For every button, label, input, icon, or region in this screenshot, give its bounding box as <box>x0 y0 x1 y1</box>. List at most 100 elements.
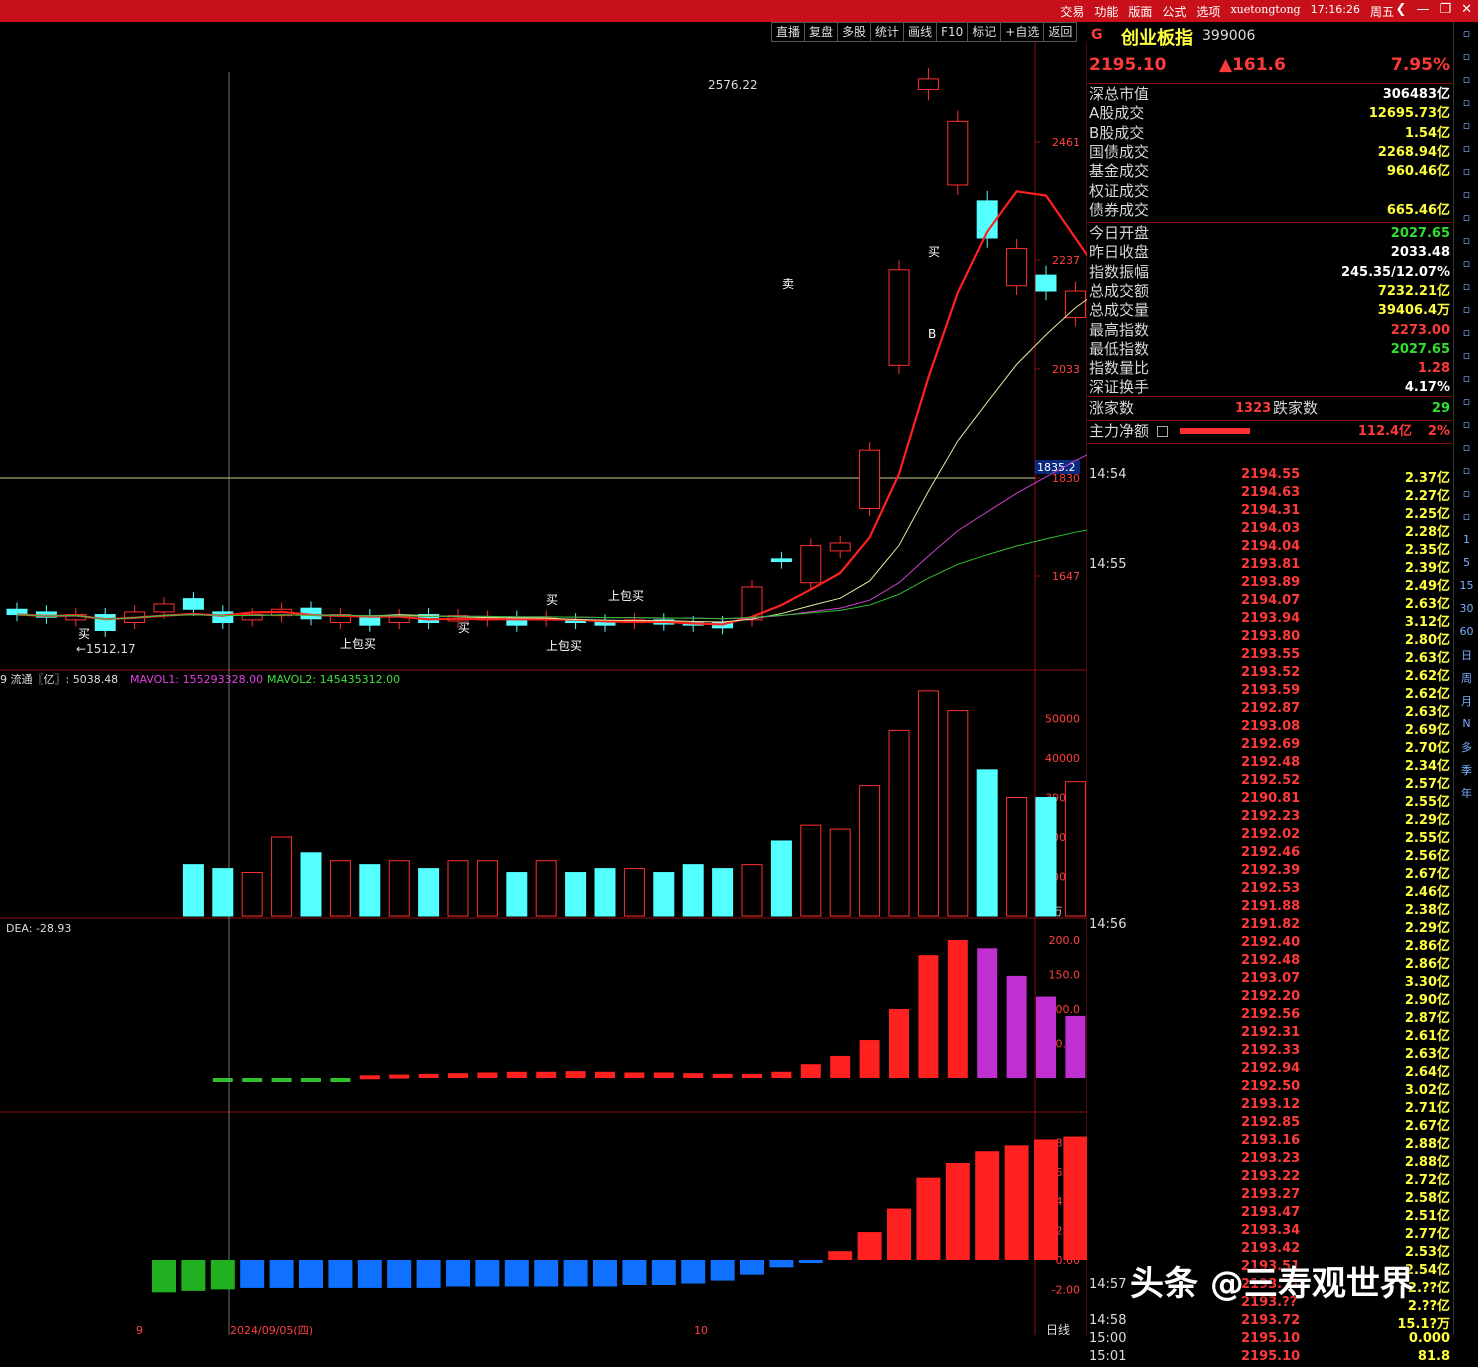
clock-icon[interactable]: ▫ <box>1454 321 1478 344</box>
ind-tick-label: -2.00 <box>1052 1283 1080 1296</box>
back-arrow-icon[interactable]: ❮ <box>1396 2 1407 17</box>
btn-return[interactable]: 返回 <box>1043 22 1078 42</box>
btn-replay[interactable]: 复盘 <box>804 22 839 42</box>
kline-chart-area[interactable]: 246122372033183016471835.22576.22←1512.1… <box>0 42 1087 1335</box>
tick-row: 2193.89 2.49亿 <box>1087 575 1452 594</box>
indicator-bar <box>416 1260 441 1288</box>
indicator-bar <box>563 1260 588 1287</box>
btn-draw[interactable]: 画线 <box>903 22 938 42</box>
arrow-left-icon[interactable]: ▫ <box>1454 22 1478 45</box>
stats2-label: 最低指数 <box>1089 339 1150 358</box>
candle-body <box>1006 248 1028 287</box>
wave-icon[interactable]: ▫ <box>1454 367 1478 390</box>
period-7-icon[interactable]: 月 <box>1454 689 1478 712</box>
period-8-icon[interactable]: N <box>1454 712 1478 735</box>
vol-legend-b: MAVOL1: 155293328.00 <box>130 673 263 686</box>
tick-row: 2194.04 2.35亿 <box>1087 539 1452 558</box>
tick-time: 14:54 <box>1089 467 1127 482</box>
signal-label: 上包买 <box>546 639 582 653</box>
tick-amount: 2.39亿 <box>1404 561 1450 576</box>
stats2-label: 最高指数 <box>1089 320 1150 339</box>
line-icon[interactable]: ▫ <box>1454 137 1478 160</box>
minimize-icon[interactable]: — <box>1416 2 1429 17</box>
indicator-bar <box>152 1260 176 1293</box>
macd-bar <box>859 1040 880 1078</box>
btn-stats[interactable]: 统计 <box>870 22 905 42</box>
volume-bar <box>300 852 322 917</box>
user-name: xuetongtong <box>1230 3 1301 16</box>
list-icon[interactable] <box>1157 426 1168 437</box>
period-4-icon[interactable]: 60 <box>1454 620 1478 643</box>
period-3-icon[interactable]: 30 <box>1454 597 1478 620</box>
indicator-bar <box>1004 1145 1029 1260</box>
volume-bar <box>623 868 645 917</box>
btn-live[interactable]: 直播 <box>771 22 806 42</box>
move-icon[interactable]: ▫ <box>1454 436 1478 459</box>
period-2-icon[interactable]: 15 <box>1454 574 1478 597</box>
period-1-icon[interactable]: 5 <box>1454 551 1478 574</box>
rsi-icon[interactable]: ▫ <box>1454 390 1478 413</box>
cursor-price-label: 1835.2 <box>1037 461 1076 474</box>
menu-options[interactable]: 选项 <box>1196 3 1220 20</box>
period-10-icon[interactable]: 季 <box>1454 758 1478 781</box>
dollar-icon[interactable]: ▫ <box>1454 413 1478 436</box>
indicator-bar <box>710 1260 735 1281</box>
volume-bar <box>682 864 704 917</box>
tick-amount: 2.27亿 <box>1404 489 1450 504</box>
tool-icon[interactable]: ▫ <box>1454 206 1478 229</box>
stats-row: 深总市值 306483亿 <box>1087 85 1452 104</box>
candle-icon[interactable]: ▫ <box>1454 160 1478 183</box>
menu-function[interactable]: 功能 <box>1094 3 1118 20</box>
grid-icon[interactable]: ▫ <box>1454 344 1478 367</box>
candle-body <box>770 558 792 563</box>
close-icon[interactable]: ✕ <box>1461 2 1472 17</box>
indicator-bar <box>857 1232 882 1260</box>
stats-value: 665.46亿 <box>1386 202 1450 218</box>
stats-row: 国债成交 2268.94亿 <box>1087 143 1452 162</box>
f5-icon[interactable]: ▫ <box>1454 482 1478 505</box>
menu-trade[interactable]: 交易 <box>1060 3 1084 20</box>
signal-label: 买 <box>458 621 470 635</box>
volume-bar <box>447 860 469 917</box>
tick-amount: 2.38亿 <box>1404 903 1450 918</box>
macd-tick-label: 150.0 <box>1049 969 1081 982</box>
signal-label: 上包买 <box>608 589 644 603</box>
tick-row: 2193.12 2.71亿 <box>1087 1097 1452 1116</box>
chart-icon[interactable]: ▫ <box>1454 91 1478 114</box>
tick-row: 14:55 2193.81 2.39亿 <box>1087 557 1452 576</box>
menu-formula[interactable]: 公式 <box>1162 3 1186 20</box>
period-0-icon[interactable]: 1 <box>1454 528 1478 551</box>
tick-row: 2192.94 2.64亿 <box>1087 1061 1452 1080</box>
period-5-icon[interactable]: 日 <box>1454 643 1478 666</box>
formula-icon[interactable]: ▫ <box>1454 298 1478 321</box>
tick-amount: 2.88亿 <box>1404 1137 1450 1152</box>
doc-icon[interactable]: ▫ <box>1454 252 1478 275</box>
btn-add-watch[interactable]: +自选 <box>1000 22 1045 42</box>
tab-icon[interactable]: ▫ <box>1454 275 1478 298</box>
menu-layout[interactable]: 版面 <box>1128 3 1152 20</box>
table-icon[interactable]: ▫ <box>1454 114 1478 137</box>
btn-mark[interactable]: 标记 <box>967 22 1002 42</box>
vol-tick-label: 40000 <box>1045 752 1080 765</box>
period-11-icon[interactable]: 年 <box>1454 781 1478 804</box>
volume-bar <box>976 769 998 917</box>
period-9-icon[interactable]: 多 <box>1454 735 1478 758</box>
btn-multi-stock[interactable]: 多股 <box>837 22 872 42</box>
indicator-bar <box>740 1260 764 1275</box>
refresh-icon[interactable]: ▫ <box>1454 505 1478 528</box>
restore-icon[interactable]: ❐ <box>1439 2 1451 17</box>
stats2-value: 7232.21亿 <box>1377 283 1450 299</box>
macd-bar <box>889 1009 909 1078</box>
tick-price: 2194.63 <box>1241 485 1301 500</box>
signal-label: 买 <box>78 627 90 641</box>
btn-f10[interactable]: F10 <box>936 22 969 42</box>
stats2-row: 总成交额 7232.21亿 <box>1087 282 1452 301</box>
arrow-down-icon[interactable]: ▫ <box>1454 68 1478 91</box>
tick-amount: 2.56亿 <box>1404 849 1450 864</box>
period-6-icon[interactable]: 周 <box>1454 666 1478 689</box>
stats-label: 深总市值 <box>1089 85 1150 103</box>
f10-icon[interactable]: ▫ <box>1454 229 1478 252</box>
list-icon[interactable]: ▫ <box>1454 183 1478 206</box>
arrow-up-icon[interactable]: ▫ <box>1454 45 1478 68</box>
pencil-icon[interactable]: ▫ <box>1454 459 1478 482</box>
